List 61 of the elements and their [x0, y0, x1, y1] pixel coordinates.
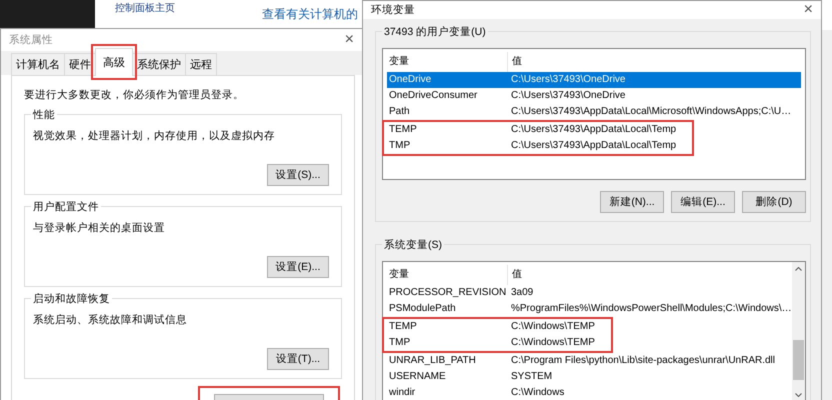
list-row[interactable]: USERNAME SYSTEM — [387, 369, 792, 385]
group-description: 视觉效果，处理器计划，内存使用，以及虚拟内存 — [33, 129, 276, 143]
variable-value: 3a09 — [511, 286, 534, 300]
variable-name: windir — [389, 386, 416, 400]
sidebar-link[interactable]: 控制面板主页 — [115, 1, 175, 15]
window-title: 系统属性 — [9, 33, 53, 47]
variable-name: TEMP — [389, 320, 418, 334]
variable-value: C:\Windows — [511, 386, 566, 400]
variable-value: C:\Program Files\python\Lib\site-packages\unrar\UnRAR.dll — [511, 354, 776, 368]
group-description: 与登录帐户相关的桌面设置 — [33, 221, 166, 235]
list-row[interactable]: Path C:\Users\37493\AppData\Local\Microsoft\WindowsApps;C:\U… — [387, 104, 805, 120]
action-button[interactable]: 新建(N)... — [600, 191, 664, 213]
variable-name: OneDrive — [389, 73, 432, 87]
list-row[interactable]: TMP C:\Windows\TEMP — [387, 335, 595, 351]
variable-value: C:\Users\37493\OneDrive — [511, 73, 626, 87]
list-row[interactable]: TEMP C:\Windows\TEMP — [387, 319, 595, 335]
variable-value: C:\Users\37493\AppData\Local\Temp — [511, 123, 676, 137]
variable-name: PROCESSOR_REVISION — [389, 286, 508, 300]
variable-name: OneDriveConsumer — [389, 89, 478, 103]
variable-name: TMP — [389, 139, 412, 153]
variable-name: USERNAME — [389, 370, 447, 384]
list-row[interactable]: OneDrive C:\Users\37493\OneDrive — [387, 72, 801, 88]
scrollbar[interactable] — [792, 262, 805, 400]
settings-button[interactable]: 设置(E)... — [267, 256, 329, 278]
variable-value: %ProgramFiles%\WindowsPowerShell\Modules;C:\Windows\… — [511, 302, 792, 316]
variable-value: C:\Users\37493\AppData\Local\Microsoft\WindowsApps;C:\U… — [511, 105, 792, 119]
notice-text: 要进行大多数更改，你必须作为管理员登录。 — [24, 88, 245, 102]
group-title: 启动和故障恢复 — [31, 292, 112, 306]
group-title: 性能 — [31, 108, 57, 122]
settings-button[interactable]: 设置(S)... — [267, 164, 329, 186]
page-heading: 查看有关计算机的 — [262, 6, 358, 23]
variable-value: C:\Windows\TEMP — [511, 336, 595, 350]
variable-name: Path — [389, 105, 411, 119]
group-title: 用户配置文件 — [31, 200, 101, 214]
action-button[interactable]: 删除(D) — [742, 191, 806, 213]
variable-value: C:\Users\37493\OneDrive — [511, 89, 626, 103]
list-row[interactable]: TEMP C:\Users\37493\AppData\Local\Temp — [387, 122, 676, 138]
close-icon[interactable]: × — [344, 31, 354, 49]
list-row[interactable]: windir C:\Windows — [387, 385, 792, 400]
variable-value: C:\Users\37493\AppData\Local\Temp — [511, 139, 676, 153]
window-title: 环境变量 — [371, 3, 415, 17]
list-row[interactable]: UNRAR_LIB_PATH C:\Program Files\python\Lib\site-packages\unrar\UnRAR.dll — [387, 353, 792, 369]
group-title: 系统变量(S) — [382, 238, 444, 252]
variable-name: PSModulePath — [389, 302, 457, 316]
group-title: 37493 的用户变量(U) — [382, 25, 488, 39]
variable-name: TEMP — [389, 123, 418, 137]
list-row[interactable]: PSModulePath %ProgramFiles%\WindowsPowerShell\Modules;C:\Windows\… — [387, 301, 792, 317]
tab[interactable]: 计算机名 — [11, 53, 65, 75]
action-button[interactable]: 编辑(E)... — [671, 191, 735, 213]
scroll-thumb[interactable] — [793, 340, 804, 380]
list-row[interactable]: OneDriveConsumer C:\Users\37493\OneDrive — [387, 88, 805, 104]
settings-button[interactable]: 设置(T)... — [267, 348, 329, 370]
variable-value: SYSTEM — [511, 370, 554, 384]
list-row[interactable]: TMP C:\Users\37493\AppData\Local\Temp — [387, 138, 676, 154]
variable-name: TMP — [389, 336, 412, 350]
group-description: 系统启动、系统故障和调试信息 — [33, 313, 188, 327]
close-icon[interactable]: × — [804, 1, 813, 19]
list-row[interactable]: PROCESSOR_REVISION 3a09 — [387, 285, 792, 301]
tab[interactable]: 远程 — [185, 53, 217, 75]
variable-value: C:\Windows\TEMP — [511, 320, 595, 334]
variable-name: UNRAR_LIB_PATH — [389, 354, 477, 368]
